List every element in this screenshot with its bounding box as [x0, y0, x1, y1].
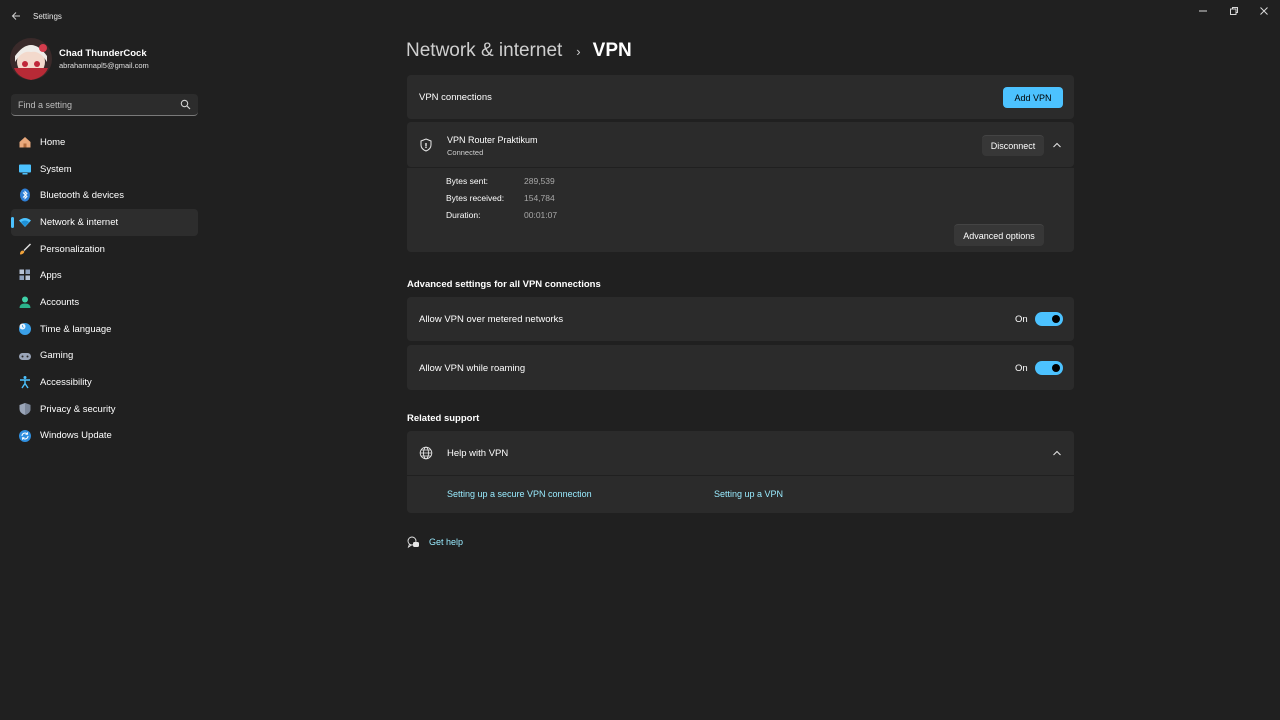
close-icon — [1260, 7, 1268, 15]
user-email: abrahamnapl5@gmail.com — [59, 61, 149, 70]
sidebar-item-label: Personalization — [40, 243, 105, 255]
shield-icon — [18, 402, 32, 416]
sidebar-item-label: Network & internet — [40, 216, 119, 228]
title-bar: Settings — [0, 0, 1280, 32]
help-chat-icon — [407, 536, 420, 549]
update-icon — [18, 429, 32, 443]
help-with-vpn-links: Setting up a secure VPN connection Setti… — [407, 476, 1074, 513]
sidebar-item-label: Accessibility — [40, 377, 92, 389]
globe-clock-icon — [18, 322, 32, 336]
sidebar-item-label: Home — [40, 136, 66, 148]
sidebar-item-personalization[interactable]: Personalization — [11, 236, 198, 263]
brush-icon — [18, 242, 32, 256]
restore-button[interactable] — [1223, 4, 1245, 18]
sidebar-item-label: Gaming — [40, 350, 74, 362]
apps-icon — [18, 268, 32, 282]
help-with-vpn-header[interactable]: Help with VPN — [407, 431, 1074, 475]
minimize-icon — [1199, 10, 1207, 12]
disconnect-button[interactable]: Disconnect — [982, 135, 1044, 156]
sidebar-item-gaming[interactable]: Gaming — [11, 343, 198, 370]
app-title: Settings — [33, 12, 62, 21]
back-arrow-icon — [11, 12, 20, 20]
avatar — [10, 38, 52, 80]
toggle-knob — [1052, 315, 1060, 323]
metered-networks-setting: Allow VPN over metered networks On — [407, 297, 1074, 341]
search-icon[interactable] — [180, 99, 191, 110]
bytes-received-label: Bytes received: — [446, 193, 505, 203]
advanced-options-button[interactable]: Advanced options — [954, 224, 1044, 246]
accessibility-icon — [18, 375, 32, 389]
setting-up-vpn-link[interactable]: Setting up a VPN — [714, 489, 783, 499]
search-input[interactable] — [11, 94, 176, 115]
sidebar-item-windows-update[interactable]: Windows Update — [11, 423, 198, 450]
roaming-toggle[interactable] — [1035, 361, 1063, 375]
sidebar-item-label: Apps — [40, 270, 62, 282]
vpn-connection-status: Connected — [447, 148, 484, 157]
network-icon — [18, 215, 32, 229]
sidebar-item-accounts[interactable]: Accounts — [11, 289, 198, 316]
close-button[interactable] — [1253, 4, 1275, 18]
vpn-connections-card: VPN connections Add VPN — [407, 75, 1074, 119]
breadcrumb-parent-link[interactable]: Network & internet — [406, 40, 562, 62]
breadcrumb-separator: › — [576, 43, 581, 59]
restore-icon — [1230, 7, 1238, 15]
bluetooth-icon — [18, 188, 32, 202]
roaming-state: On — [1015, 363, 1028, 374]
sidebar-item-network[interactable]: Network & internet — [11, 209, 198, 236]
related-support-title: Related support — [407, 413, 480, 424]
search-box[interactable] — [11, 94, 198, 116]
metered-networks-toggle[interactable] — [1035, 312, 1063, 326]
user-name: Chad ThunderCock — [59, 48, 147, 59]
add-vpn-button[interactable]: Add VPN — [1003, 87, 1063, 108]
sidebar-item-label: System — [40, 163, 72, 175]
get-help-label: Get help — [429, 537, 464, 547]
breadcrumb: Network & internet › VPN — [406, 38, 632, 64]
sidebar-item-label: Time & language — [40, 323, 112, 335]
sidebar-item-system[interactable]: System — [11, 156, 198, 183]
sidebar-item-label: Privacy & security — [40, 403, 116, 415]
metered-networks-label: Allow VPN over metered networks — [419, 314, 564, 325]
sidebar-item-accessibility[interactable]: Accessibility — [11, 369, 198, 396]
metered-networks-state: On — [1015, 314, 1028, 325]
chevron-up-icon[interactable] — [1051, 448, 1063, 458]
sidebar-item-bluetooth[interactable]: Bluetooth & devices — [11, 182, 198, 209]
vpn-connection-details: Bytes sent: 289,539 Bytes received: 154,… — [407, 168, 1074, 252]
toggle-knob — [1052, 364, 1060, 372]
duration-value: 00:01:07 — [524, 210, 558, 220]
sidebar-item-home[interactable]: Home — [11, 129, 198, 156]
advanced-settings-title: Advanced settings for all VPN connection… — [407, 279, 601, 290]
vpn-connection-header[interactable]: VPN Router Praktikum Connected Disconnec… — [407, 122, 1074, 167]
sidebar-nav: Home System Bluetooth & devices Network … — [11, 129, 198, 449]
minimize-button[interactable] — [1192, 4, 1214, 18]
page-title: VPN — [592, 40, 632, 61]
bytes-sent-label: Bytes sent: — [446, 176, 489, 186]
secure-vpn-connection-link[interactable]: Setting up a secure VPN connection — [447, 489, 592, 499]
get-help-link[interactable]: Get help — [407, 536, 487, 550]
roaming-setting: Allow VPN while roaming On — [407, 345, 1074, 390]
roaming-label: Allow VPN while roaming — [419, 363, 526, 374]
sidebar-item-privacy[interactable]: Privacy & security — [11, 396, 198, 423]
back-button[interactable] — [6, 6, 26, 26]
vpn-connections-label: VPN connections — [419, 92, 492, 103]
home-icon — [18, 135, 32, 149]
sidebar-item-apps[interactable]: Apps — [11, 262, 198, 289]
globe-icon — [419, 446, 433, 460]
help-with-vpn-title: Help with VPN — [447, 448, 509, 459]
sidebar-item-label: Accounts — [40, 296, 80, 308]
accounts-icon — [18, 295, 32, 309]
vpn-connection-name: VPN Router Praktikum — [447, 135, 538, 145]
system-icon — [18, 162, 32, 176]
chevron-up-icon[interactable] — [1051, 140, 1063, 150]
user-profile[interactable]: Chad ThunderCock abrahamnapl5@gmail.com — [10, 38, 200, 80]
sidebar-item-time-language[interactable]: Time & language — [11, 316, 198, 343]
bytes-received-value: 154,784 — [524, 193, 555, 203]
vpn-shield-icon — [419, 138, 433, 152]
duration-label: Duration: — [446, 210, 481, 220]
sidebar-item-label: Bluetooth & devices — [40, 190, 124, 202]
bytes-sent-value: 289,539 — [524, 176, 555, 186]
gamepad-icon — [18, 349, 32, 363]
sidebar-item-label: Windows Update — [40, 430, 112, 442]
